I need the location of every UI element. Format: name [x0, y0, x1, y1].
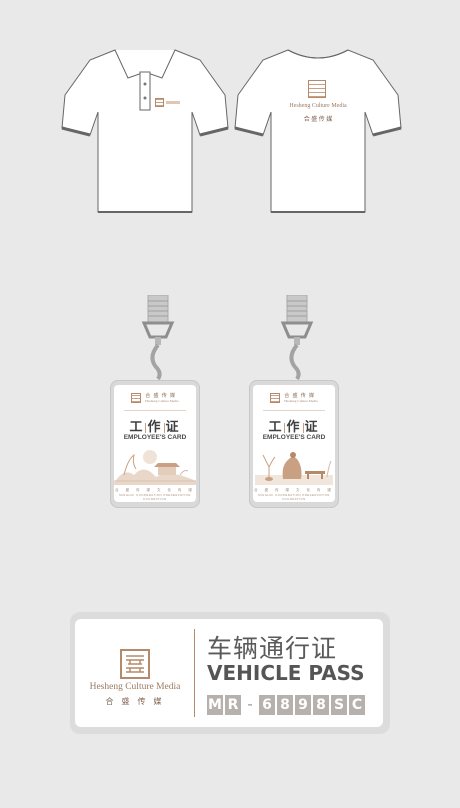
license-plate: M R - 6 8 9 8 S C: [207, 695, 367, 715]
badge-brand: 合 盛 传 媒 Hesheng Culture Media: [253, 392, 335, 403]
shirt-front-wordmark: [166, 101, 180, 104]
employee-badge-1: 合 盛 传 媒 Hesheng Culture Media 工作证 EMPLOY…: [110, 380, 200, 508]
pass-divider: [194, 629, 195, 717]
company-seal-icon: [155, 98, 164, 107]
badge-brand-cn: 合 盛 传 媒: [145, 394, 177, 399]
plate-char: 8: [313, 695, 329, 715]
scholar-figure-icon: [255, 452, 333, 485]
badge-footer-en: MINGHUI COOPERATION PRESERVATION FOUNDAT…: [258, 493, 330, 501]
pass-company-en: Hesheng Culture Media: [89, 682, 181, 692]
badge-brand-cn: 合 盛 传 媒: [284, 394, 316, 399]
plate-char: R: [225, 695, 241, 715]
plate-char: 6: [259, 695, 275, 715]
lanyard-clip-left: [141, 295, 175, 380]
plate-char: S: [331, 695, 347, 715]
badge-title-char: 证: [165, 420, 181, 435]
badge-card: 合 盛 传 媒 Hesheng Culture Media 工作证 EMPLOY…: [114, 385, 196, 502]
badge-subtitle: EMPLOYEE'S CARD: [123, 434, 187, 441]
badge-divider: [263, 410, 325, 411]
shirt-back-company-cn: 合 盛 传 媒: [303, 117, 333, 123]
badge-footer-en: MINGHUI COOPERATION PRESERVATION FOUNDAT…: [119, 493, 191, 501]
company-seal-icon: [120, 649, 150, 679]
badge-title-char: 工: [129, 420, 145, 435]
pass-title-en: VEHICLE PASS: [207, 661, 365, 685]
plate-char: C: [349, 695, 365, 715]
badge-brand-en: Hesheng Culture Media: [145, 399, 179, 403]
badge-title-char: 证: [304, 420, 320, 435]
badge-title-char: 作: [286, 420, 302, 435]
badge-divider: [124, 410, 186, 411]
plate-dash: -: [247, 696, 253, 713]
plate-char: 9: [295, 695, 311, 715]
badge-card: 合 盛 传 媒 Hesheng Culture Media 工作证 EMPLOY…: [253, 385, 335, 502]
vehicle-pass: Hesheng Culture Media 合 盛 传 媒 车辆通行证 VEHI…: [70, 612, 390, 734]
company-seal-icon: [270, 392, 281, 403]
badge-subtitle: EMPLOYEE'S CARD: [262, 434, 326, 441]
vehicle-pass-card: Hesheng Culture Media 合 盛 传 媒 车辆通行证 VEHI…: [75, 619, 383, 727]
badge-brand: 合 盛 传 媒 Hesheng Culture Media: [114, 392, 196, 403]
employee-badge-2: 合 盛 传 媒 Hesheng Culture Media 工作证 EMPLOY…: [249, 380, 339, 508]
shirt-back-company-en: Hesheng Culture Media: [289, 103, 347, 109]
plate-char: M: [207, 695, 223, 715]
badge-footer: 合 盛 传 媒 文 化 传 媒 MINGHUI COOPERATION PRES…: [114, 488, 196, 501]
badge-title: 工作证: [114, 416, 196, 435]
pass-title-cn: 车辆通行证: [207, 634, 338, 663]
badge-title-char: 工: [268, 420, 284, 435]
polo-shirt-back: [234, 49, 402, 213]
plate-char: 8: [277, 695, 293, 715]
polo-shirt-front: [61, 49, 229, 213]
badge-title: 工作证: [253, 416, 335, 435]
pass-company-cn: 合 盛 传 媒: [105, 697, 165, 706]
badge-footer: 合 盛 传 媒 文 化 传 媒 MINGHUI COOPERATION PRES…: [253, 488, 335, 501]
company-seal-icon: [308, 80, 326, 98]
badge-brand-en: Hesheng Culture Media: [284, 399, 318, 403]
badge-title-char: 作: [147, 420, 163, 435]
company-seal-icon: [131, 392, 142, 403]
lanyard-clip-right: [280, 295, 314, 380]
pavilion-landscape-icon: [114, 450, 196, 485]
